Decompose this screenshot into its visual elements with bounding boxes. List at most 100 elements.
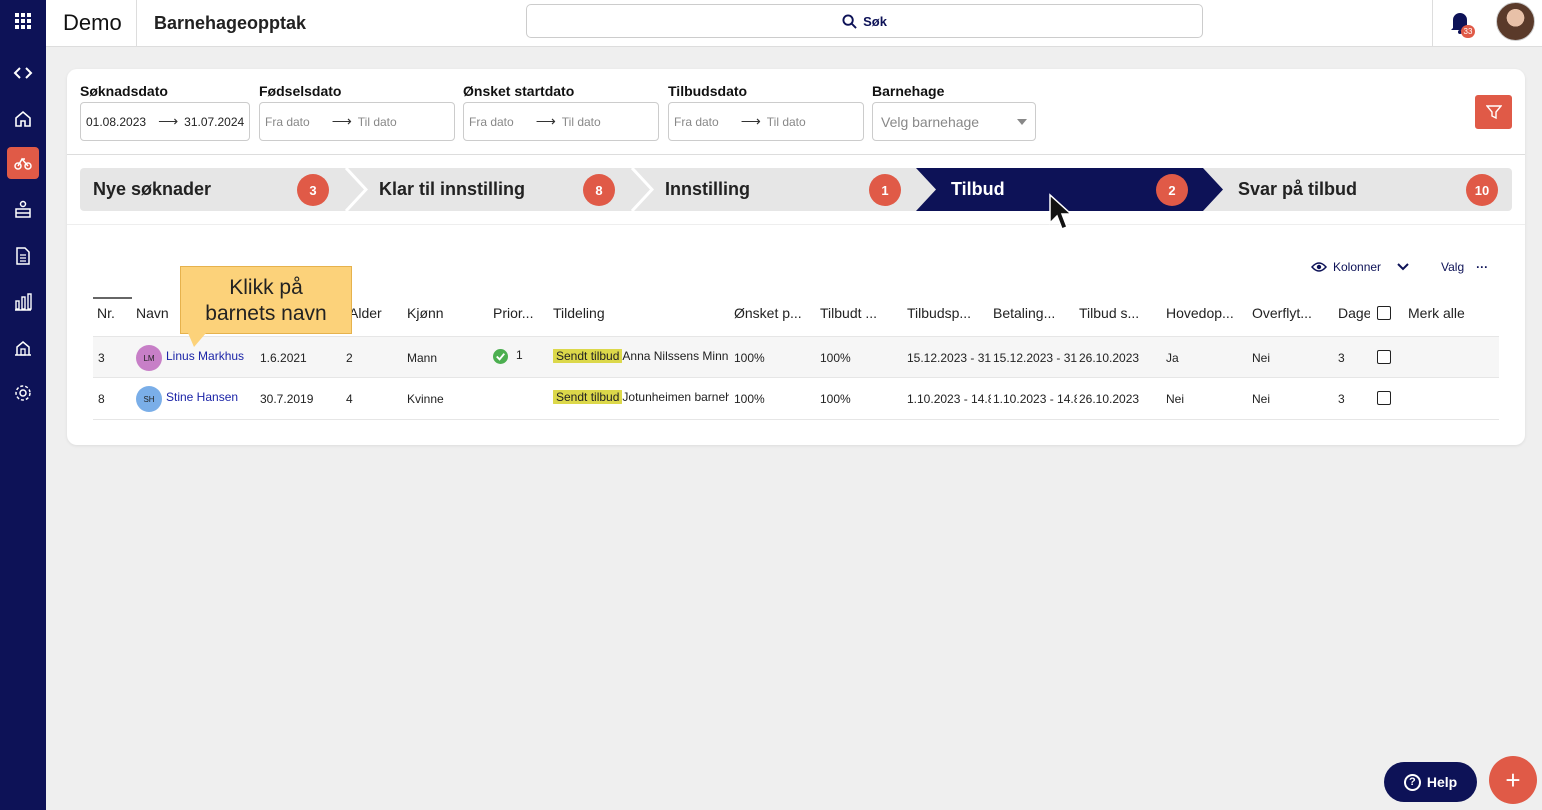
options-button[interactable]: Valg ···	[1441, 260, 1488, 274]
mouse-cursor-icon	[1049, 193, 1072, 230]
column-header[interactable]: Tilbud s...	[1079, 305, 1155, 321]
cell-tildeling: Sendt tilbudAnna Nilssens Minnebarnehage	[553, 349, 729, 363]
table-row[interactable]: 3 LM Linus Markhus 1.6.2021 2 Mann 1 Sen…	[93, 336, 1499, 378]
columns-label: Kolonner	[1333, 260, 1382, 274]
notification-badge: 33	[1461, 25, 1475, 38]
date-from: Fra dato	[265, 114, 310, 129]
code-expand-icon[interactable]	[7, 57, 39, 89]
step-klar-til-innstilling[interactable]: Klar til innstilling 8	[366, 168, 632, 211]
cell-overflytting: Nei	[1252, 392, 1271, 406]
date-range-input[interactable]: Fra dato ⟶ Til dato	[259, 102, 455, 141]
cell-onsket: 100%	[734, 392, 765, 406]
check-circle-icon	[493, 349, 508, 364]
divider	[67, 224, 1525, 225]
column-header[interactable]: Kjønn	[407, 305, 444, 321]
filter-label: Fødselsdato	[259, 83, 342, 99]
funnel-icon	[1485, 105, 1502, 120]
search-input[interactable]: Søk	[526, 4, 1203, 38]
row-checkbox[interactable]	[1377, 391, 1391, 405]
column-header[interactable]: Tilbudsp...	[907, 305, 983, 321]
filter-soknadsdato: Søknadsdato 01.08.2023 ⟶ 31.07.2024	[80, 83, 250, 141]
select-all-label[interactable]: Merk alle	[1408, 305, 1465, 321]
tooltip-line: Klikk på	[229, 276, 303, 299]
date-from: 01.08.2023	[86, 114, 147, 129]
table-row[interactable]: 8 SH Stine Hansen 30.7.2019 4 Kvinne Sen…	[93, 378, 1499, 420]
cell-birthdate: 30.7.2019	[260, 392, 314, 406]
column-header[interactable]: Navn	[136, 305, 169, 321]
step-count-badge: 8	[583, 174, 615, 206]
cell-tilbudt: 100%	[820, 351, 851, 365]
column-header[interactable]: Ønsket p...	[734, 305, 810, 321]
house-icon[interactable]	[7, 332, 39, 364]
step-label: Klar til innstilling	[379, 179, 526, 199]
arrow-right-icon: ⟶	[740, 113, 761, 129]
filter-label: Barnehage	[872, 83, 945, 99]
step-innstilling[interactable]: Innstilling 1	[652, 168, 918, 211]
cell-alder: 2	[346, 351, 353, 365]
gear-icon[interactable]	[7, 377, 39, 409]
column-header[interactable]: Alder	[349, 305, 382, 321]
divider	[136, 0, 137, 47]
kindergarten-icon[interactable]	[7, 194, 39, 226]
arrow-right-icon: ⟶	[158, 113, 179, 129]
select-all-checkbox[interactable]	[1377, 306, 1391, 320]
columns-button[interactable]: Kolonner	[1311, 260, 1409, 274]
cell-tilbud-sendt: 26.10.2023	[1079, 392, 1140, 406]
cell-dager: 3	[1338, 351, 1345, 365]
cell-hovedopptak: Nei	[1166, 392, 1185, 406]
kindergarten-name: Anna Nilssens Minnebarnehage	[622, 349, 729, 363]
child-name-link[interactable]: Linus Markhus	[166, 349, 244, 363]
tooltip-tail	[188, 333, 206, 347]
column-header[interactable]: Prior...	[493, 305, 545, 321]
cell-tildeling: Sendt tilbudJotunheimen barnehage	[553, 390, 729, 404]
chart-icon[interactable]	[7, 286, 39, 318]
user-avatar[interactable]	[1496, 2, 1535, 41]
cell-tilbudt: 100%	[820, 392, 851, 406]
filter-button[interactable]	[1475, 95, 1512, 129]
date-range-input[interactable]: Fra dato ⟶ Til dato	[463, 102, 659, 141]
divider	[67, 154, 1525, 155]
row-checkbox[interactable]	[1377, 350, 1391, 364]
children-icon[interactable]	[7, 147, 39, 179]
home-icon[interactable]	[7, 103, 39, 135]
barnehage-select[interactable]: Velg barnehage	[872, 102, 1036, 141]
help-label: Help	[1426, 774, 1458, 790]
cell-betaling: 15.12.2023 - 31.7.2024	[993, 351, 1077, 365]
avatar: SH	[136, 386, 162, 412]
filter-onsket-startdato: Ønsket startdato Fra dato ⟶ Til dato	[463, 83, 659, 141]
options-label: Valg	[1441, 260, 1465, 274]
filter-barnehage: Barnehage Velg barnehage	[872, 83, 1036, 141]
status-badge: Sendt tilbud	[553, 390, 623, 404]
column-header[interactable]: Hovedop...	[1166, 305, 1242, 321]
column-header[interactable]: Tilbudt ...	[820, 305, 896, 321]
column-header[interactable]: Overflyt...	[1252, 305, 1328, 321]
column-header[interactable]: Tildeling	[553, 305, 605, 321]
filter-label: Tilbudsdato	[668, 83, 748, 99]
cell-nr: 3	[98, 351, 105, 365]
cell-birthdate: 1.6.2021	[260, 351, 307, 365]
step-count-badge: 2	[1156, 174, 1188, 206]
app-name[interactable]: Demo	[63, 10, 122, 36]
document-icon[interactable]	[7, 240, 39, 272]
column-header[interactable]: Dager	[1338, 305, 1370, 321]
step-nye-soknader[interactable]: Nye søknader 3	[80, 168, 346, 211]
arrow-right-icon: ⟶	[331, 113, 352, 129]
step-separator	[344, 168, 368, 211]
apps-grid-icon[interactable]	[7, 5, 39, 37]
column-header[interactable]: Nr.	[97, 305, 115, 321]
child-name-link[interactable]: Stine Hansen	[166, 390, 238, 404]
add-button[interactable]: +	[1489, 756, 1537, 804]
step-count-badge: 3	[297, 174, 329, 206]
step-label: Svar på tilbud	[1238, 179, 1358, 199]
cell-nr: 8	[98, 392, 105, 406]
step-svar-pa-tilbud[interactable]: Svar på tilbud 10	[1224, 168, 1512, 211]
date-range-input[interactable]: Fra dato ⟶ Til dato	[668, 102, 864, 141]
column-header[interactable]: Betaling...	[993, 305, 1069, 321]
eye-icon	[1311, 262, 1327, 272]
tooltip-line: barnets navn	[205, 302, 327, 325]
date-range-input[interactable]: 01.08.2023 ⟶ 31.07.2024	[80, 102, 250, 141]
help-button[interactable]: ? Help	[1384, 762, 1477, 802]
more-dots-icon: ···	[1476, 260, 1489, 274]
cell-kjonn: Kvinne	[407, 392, 444, 406]
sort-indicator	[93, 297, 132, 299]
